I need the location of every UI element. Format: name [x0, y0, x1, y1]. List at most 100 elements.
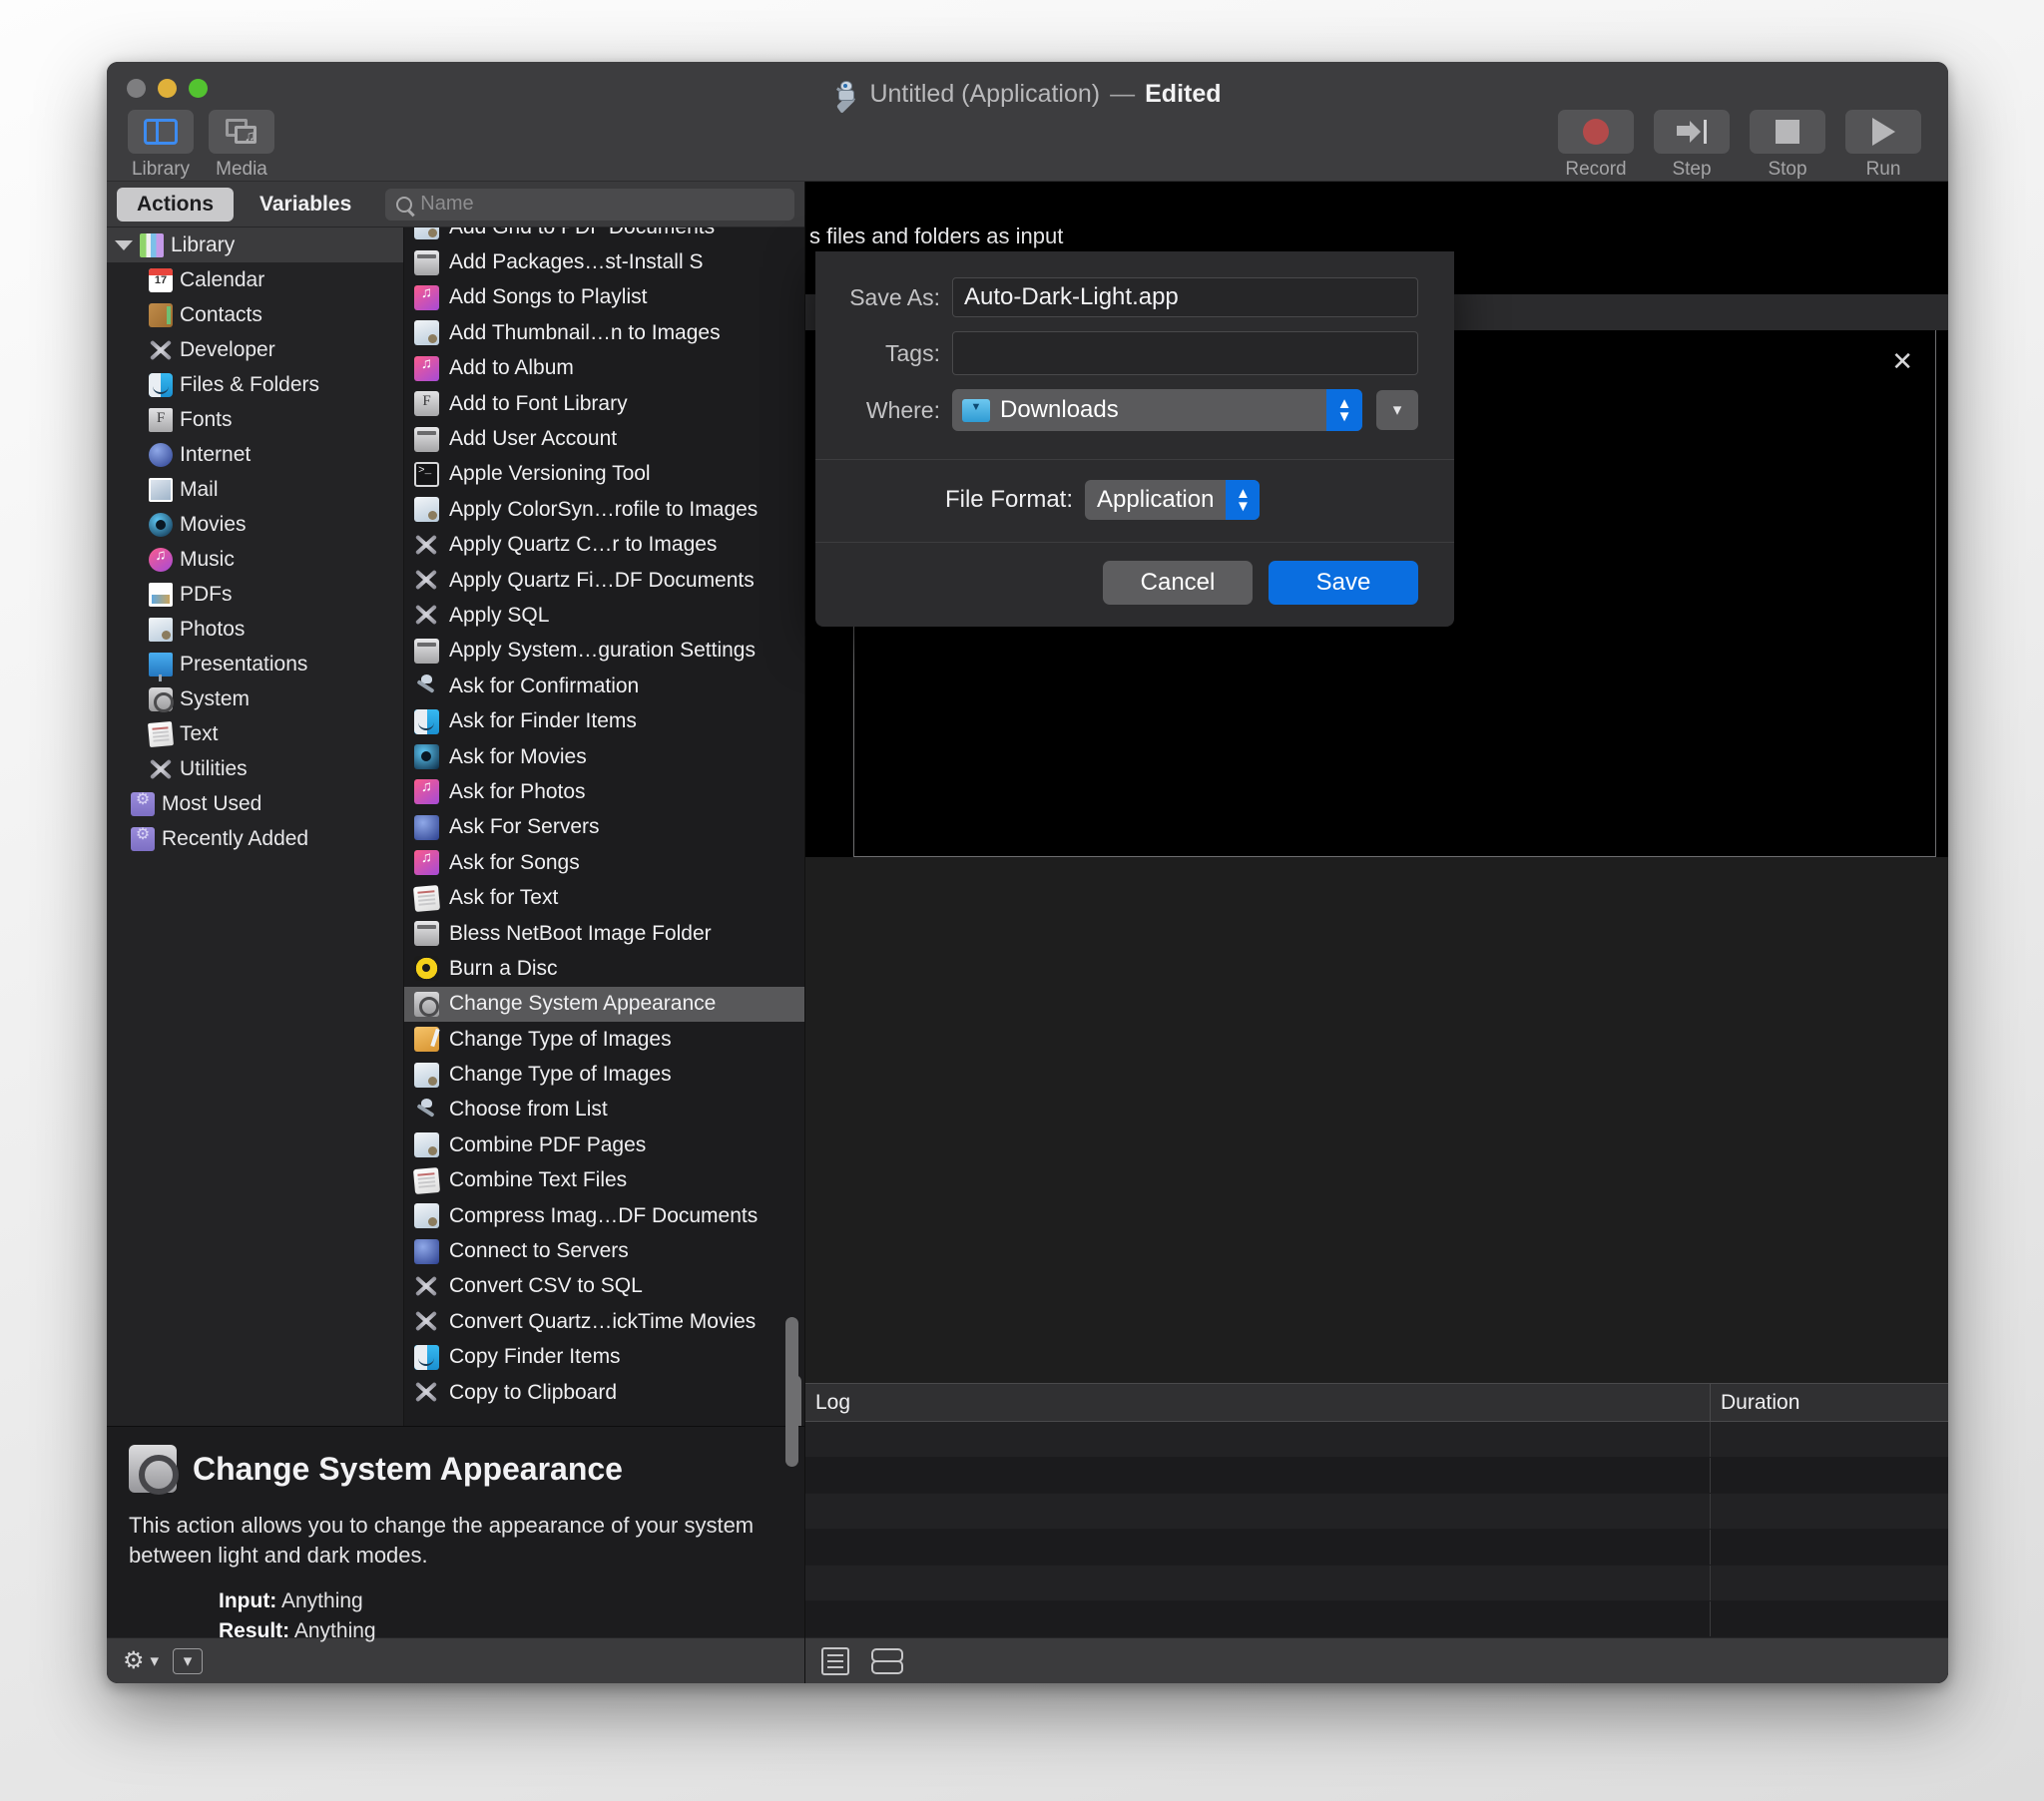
- action-list-item[interactable]: Add to Album: [404, 351, 804, 386]
- log-table-header: Log Duration: [805, 1384, 1948, 1422]
- crossed-tools-icon: [414, 568, 439, 593]
- record-button[interactable]: Record: [1553, 110, 1639, 181]
- window-title: Untitled (Application) — Edited: [107, 80, 1948, 114]
- tags-input[interactable]: [952, 331, 1418, 375]
- action-list-item[interactable]: Copy to Clipboard: [404, 1375, 804, 1410]
- tree-item-utilities[interactable]: Utilities: [107, 751, 403, 786]
- action-list-item[interactable]: Add Songs to Playlist: [404, 280, 804, 315]
- action-list-item[interactable]: Apply SQL: [404, 598, 804, 633]
- tree-item-system[interactable]: System: [107, 681, 403, 716]
- action-list-item[interactable]: Bless NetBoot Image Folder: [404, 916, 804, 951]
- tree-item-photos[interactable]: Photos: [107, 612, 403, 647]
- tree-item-developer[interactable]: Developer: [107, 332, 403, 367]
- tree-item-most-used[interactable]: Most Used: [107, 786, 403, 821]
- table-row: [805, 1530, 1948, 1566]
- tree-item-contacts[interactable]: Contacts: [107, 297, 403, 332]
- action-list-item[interactable]: Change Type of Images: [404, 1057, 804, 1092]
- toolbar-library-button[interactable]: Library: [125, 110, 197, 181]
- action-list-item[interactable]: Change Type of Images: [404, 1022, 804, 1057]
- list-view-icon[interactable]: [821, 1646, 849, 1675]
- action-list-item[interactable]: Connect to Servers: [404, 1233, 804, 1268]
- action-list-item[interactable]: Apply Quartz C…r to Images: [404, 528, 804, 563]
- action-list-item[interactable]: Ask For Servers: [404, 810, 804, 845]
- action-list-item[interactable]: Ask for Confirmation: [404, 669, 804, 703]
- tree-item-label: Contacts: [180, 302, 262, 326]
- action-list-item[interactable]: Convert Quartz…ickTime Movies: [404, 1304, 804, 1339]
- save-as-input[interactable]: Auto-Dark-Light.app: [952, 277, 1418, 317]
- action-item-label: Add Thumbnail…n to Images: [449, 320, 721, 344]
- chevron-down-icon: ▾: [1392, 400, 1402, 419]
- action-list-item[interactable]: Apply ColorSyn…rofile to Images: [404, 492, 804, 527]
- library-tree: Library Calendar Contacts Developer File…: [107, 227, 404, 1426]
- action-list-item[interactable]: Choose from List: [404, 1093, 804, 1127]
- disclosure-triangle-icon[interactable]: [115, 239, 133, 250]
- close-icon[interactable]: ✕: [1891, 348, 1913, 374]
- action-gear-menu-button[interactable]: ⚙ ▾: [123, 1648, 159, 1673]
- toolbar-media-button[interactable]: ♫ Media: [206, 110, 277, 181]
- action-list-item[interactable]: Ask for Text: [404, 880, 804, 915]
- toolbar-library-label: Library: [131, 159, 191, 180]
- where-popup-button[interactable]: Downloads ▲▼: [952, 389, 1362, 431]
- tree-item-presentations[interactable]: Presentations: [107, 647, 403, 681]
- library-lists: Library Calendar Contacts Developer File…: [107, 227, 804, 1426]
- step-button[interactable]: Step: [1649, 110, 1735, 181]
- search-input[interactable]: [420, 193, 783, 216]
- action-list-item[interactable]: Burn a Disc: [404, 951, 804, 986]
- tree-item-pdfs[interactable]: PDFs: [107, 577, 403, 612]
- split-view-icon[interactable]: [871, 1647, 903, 1675]
- action-list-item[interactable]: Ask for Photos: [404, 774, 804, 809]
- cancel-button[interactable]: Cancel: [1103, 561, 1253, 605]
- action-list-item[interactable]: Ask for Movies: [404, 739, 804, 774]
- action-list-item[interactable]: Combine Text Files: [404, 1163, 804, 1198]
- tree-item-text[interactable]: Text: [107, 716, 403, 751]
- description-scrollbar[interactable]: [785, 1317, 798, 1467]
- tree-item-calendar[interactable]: Calendar: [107, 262, 403, 297]
- step-arrow-icon: [1677, 120, 1707, 144]
- action-list-item[interactable]: Compress Imag…DF Documents: [404, 1198, 804, 1233]
- toolbar-media-label: Media: [216, 159, 267, 180]
- tree-item-mail[interactable]: Mail: [107, 472, 403, 507]
- stepper-icon[interactable]: ▲ ▼: [1226, 480, 1261, 520]
- tab-actions[interactable]: Actions: [117, 187, 235, 222]
- tree-item-movies[interactable]: Movies: [107, 507, 403, 542]
- duration-column-header[interactable]: Duration: [1711, 1384, 1948, 1421]
- action-list-item[interactable]: Copy Finder Items: [404, 1340, 804, 1375]
- action-list-item[interactable]: Add to Font Library: [404, 386, 804, 421]
- expand-browser-button[interactable]: ▾: [1376, 390, 1418, 430]
- action-list-item[interactable]: Convert CSV to SQL: [404, 1269, 804, 1304]
- action-list-item[interactable]: Add Grid to PDF Documents: [404, 227, 804, 244]
- tree-item-label: System: [180, 686, 251, 710]
- action-list-item[interactable]: Ask for Finder Items: [404, 703, 804, 738]
- tree-item-internet[interactable]: Internet: [107, 437, 403, 472]
- action-list-item[interactable]: Ask for Songs: [404, 845, 804, 880]
- actions-list[interactable]: Add Grid to PDF Documents Add Packages…st…: [404, 227, 804, 1426]
- action-list-item[interactable]: Add Packages…st-Install S: [404, 244, 804, 279]
- table-row: [805, 1566, 1948, 1601]
- table-row: [805, 1494, 1948, 1530]
- stop-button[interactable]: Stop: [1745, 110, 1830, 181]
- action-list-item[interactable]: Apply Quartz Fi…DF Documents: [404, 563, 804, 598]
- action-list-item[interactable]: Apple Versioning Tool: [404, 457, 804, 492]
- tree-item-music[interactable]: Music: [107, 542, 403, 577]
- tree-item-files-folders[interactable]: Files & Folders: [107, 367, 403, 402]
- tree-item-library[interactable]: Library: [107, 227, 403, 262]
- disclosure-toggle-button[interactable]: ▾: [173, 1647, 204, 1674]
- action-list-item[interactable]: Add Thumbnail…n to Images: [404, 315, 804, 350]
- action-item-label: Choose from List: [449, 1098, 608, 1122]
- search-field[interactable]: [385, 188, 794, 221]
- finder-icon: [414, 708, 439, 734]
- action-list-item[interactable]: Combine PDF Pages: [404, 1127, 804, 1162]
- save-as-row: Save As: Auto-Dark-Light.app: [815, 277, 1418, 317]
- save-button[interactable]: Save: [1269, 561, 1418, 605]
- file-format-popup-button[interactable]: Application ▲ ▼: [1085, 480, 1261, 520]
- log-column-header[interactable]: Log: [805, 1384, 1711, 1421]
- run-button[interactable]: Run: [1840, 110, 1926, 181]
- tab-variables[interactable]: Variables: [240, 188, 371, 222]
- stepper-icon[interactable]: ▲ ▼: [1326, 389, 1362, 431]
- tree-item-recently-added[interactable]: Recently Added: [107, 821, 403, 856]
- action-list-item[interactable]: Add User Account: [404, 421, 804, 456]
- photos-app-icon: [414, 778, 439, 805]
- tree-item-fonts[interactable]: Fonts: [107, 402, 403, 437]
- action-list-item[interactable]: Change System Appearance: [404, 986, 804, 1022]
- action-list-item[interactable]: Apply System…guration Settings: [404, 634, 804, 669]
